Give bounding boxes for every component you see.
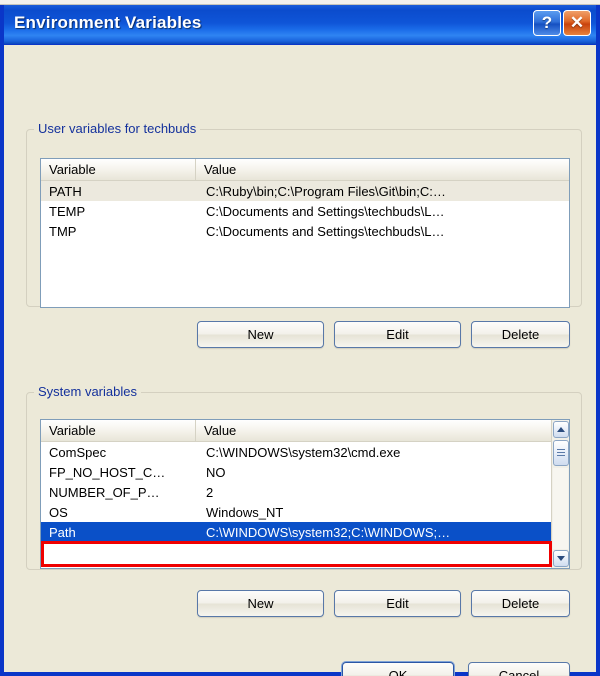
system-new-button[interactable]: New [197,590,324,617]
system-col-variable[interactable]: Variable [41,420,196,441]
system-variables-list[interactable]: Variable Value ComSpec C:\WINDOWS\system… [40,419,570,569]
user-delete-button[interactable]: Delete [471,321,570,348]
user-row-variable: TEMP [49,203,86,219]
user-row-value: C:\Documents and Settings\techbuds\L… [206,223,445,239]
system-variables-label: System variables [34,384,141,399]
user-row-value: C:\Ruby\bin;C:\Program Files\Git\bin;C:… [206,183,446,199]
scrollbar-track[interactable] [553,468,568,549]
system-row-value: 2 [206,484,214,500]
table-row[interactable]: TEMP C:\Documents and Settings\techbuds\… [41,201,569,221]
system-col-value[interactable]: Value [196,420,569,441]
window-title: Environment Variables [14,13,202,32]
close-icon[interactable]: ✕ [563,10,591,36]
system-row-variable: FP_NO_HOST_C… [49,464,166,480]
system-row-value: C:\WINDOWS\system32\cmd.exe [206,444,401,460]
table-row[interactable]: PATH C:\Ruby\bin;C:\Program Files\Git\bi… [41,181,569,201]
user-row-variable: TMP [49,223,77,239]
ok-button[interactable]: OK [342,662,454,676]
screen: Environment Variables ? ✕ User variables… [0,0,600,676]
table-row[interactable]: TMP C:\Documents and Settings\techbuds\L… [41,221,569,241]
table-row-selected[interactable]: Path C:\WINDOWS\system32;C:\WINDOWS;… [41,522,569,542]
user-row-value: C:\Documents and Settings\techbuds\L… [206,203,445,219]
cancel-button[interactable]: Cancel [468,662,570,676]
user-col-value[interactable]: Value [196,159,569,180]
table-row[interactable]: FP_NO_HOST_C… NO [41,462,569,482]
system-list-scrollbar[interactable] [551,420,569,568]
user-variables-label: User variables for techbuds [34,121,201,136]
table-row[interactable]: OS Windows_NT [41,502,569,522]
user-col-variable[interactable]: Variable [41,159,196,180]
user-new-button[interactable]: New [197,321,324,348]
system-row-variable: OS [49,504,68,520]
user-list-rows: PATH C:\Ruby\bin;C:\Program Files\Git\bi… [41,181,569,241]
environment-variables-dialog: Environment Variables ? ✕ User variables… [0,5,600,676]
scroll-down-icon[interactable] [553,550,569,567]
table-row[interactable]: ComSpec C:\WINDOWS\system32\cmd.exe [41,442,569,462]
dialog-body: User variables for techbuds Variable Val… [4,45,596,676]
system-row-value: Windows_NT [206,504,284,520]
title-bar: Environment Variables ? ✕ [4,5,596,45]
system-row-value: NO [206,464,226,480]
system-row-variable: ComSpec [49,444,107,460]
system-row-variable: Path [49,524,76,540]
system-edit-button[interactable]: Edit [334,590,461,617]
user-list-header: Variable Value [41,159,569,181]
system-delete-button[interactable]: Delete [471,590,570,617]
user-row-variable: PATH [49,183,82,199]
scroll-up-icon[interactable] [553,421,569,438]
user-variables-list[interactable]: Variable Value PATH C:\Ruby\bin;C:\Progr… [40,158,570,308]
title-bar-buttons: ? ✕ [533,10,591,36]
system-row-variable: NUMBER_OF_P… [49,484,160,500]
system-list-rows: ComSpec C:\WINDOWS\system32\cmd.exe FP_N… [41,442,569,542]
system-row-value: C:\WINDOWS\system32;C:\WINDOWS;… [206,524,451,540]
system-list-header: Variable Value [41,420,569,442]
user-edit-button[interactable]: Edit [334,321,461,348]
table-row[interactable]: NUMBER_OF_P… 2 [41,482,569,502]
help-button[interactable]: ? [533,10,561,36]
scrollbar-thumb[interactable] [553,440,569,466]
